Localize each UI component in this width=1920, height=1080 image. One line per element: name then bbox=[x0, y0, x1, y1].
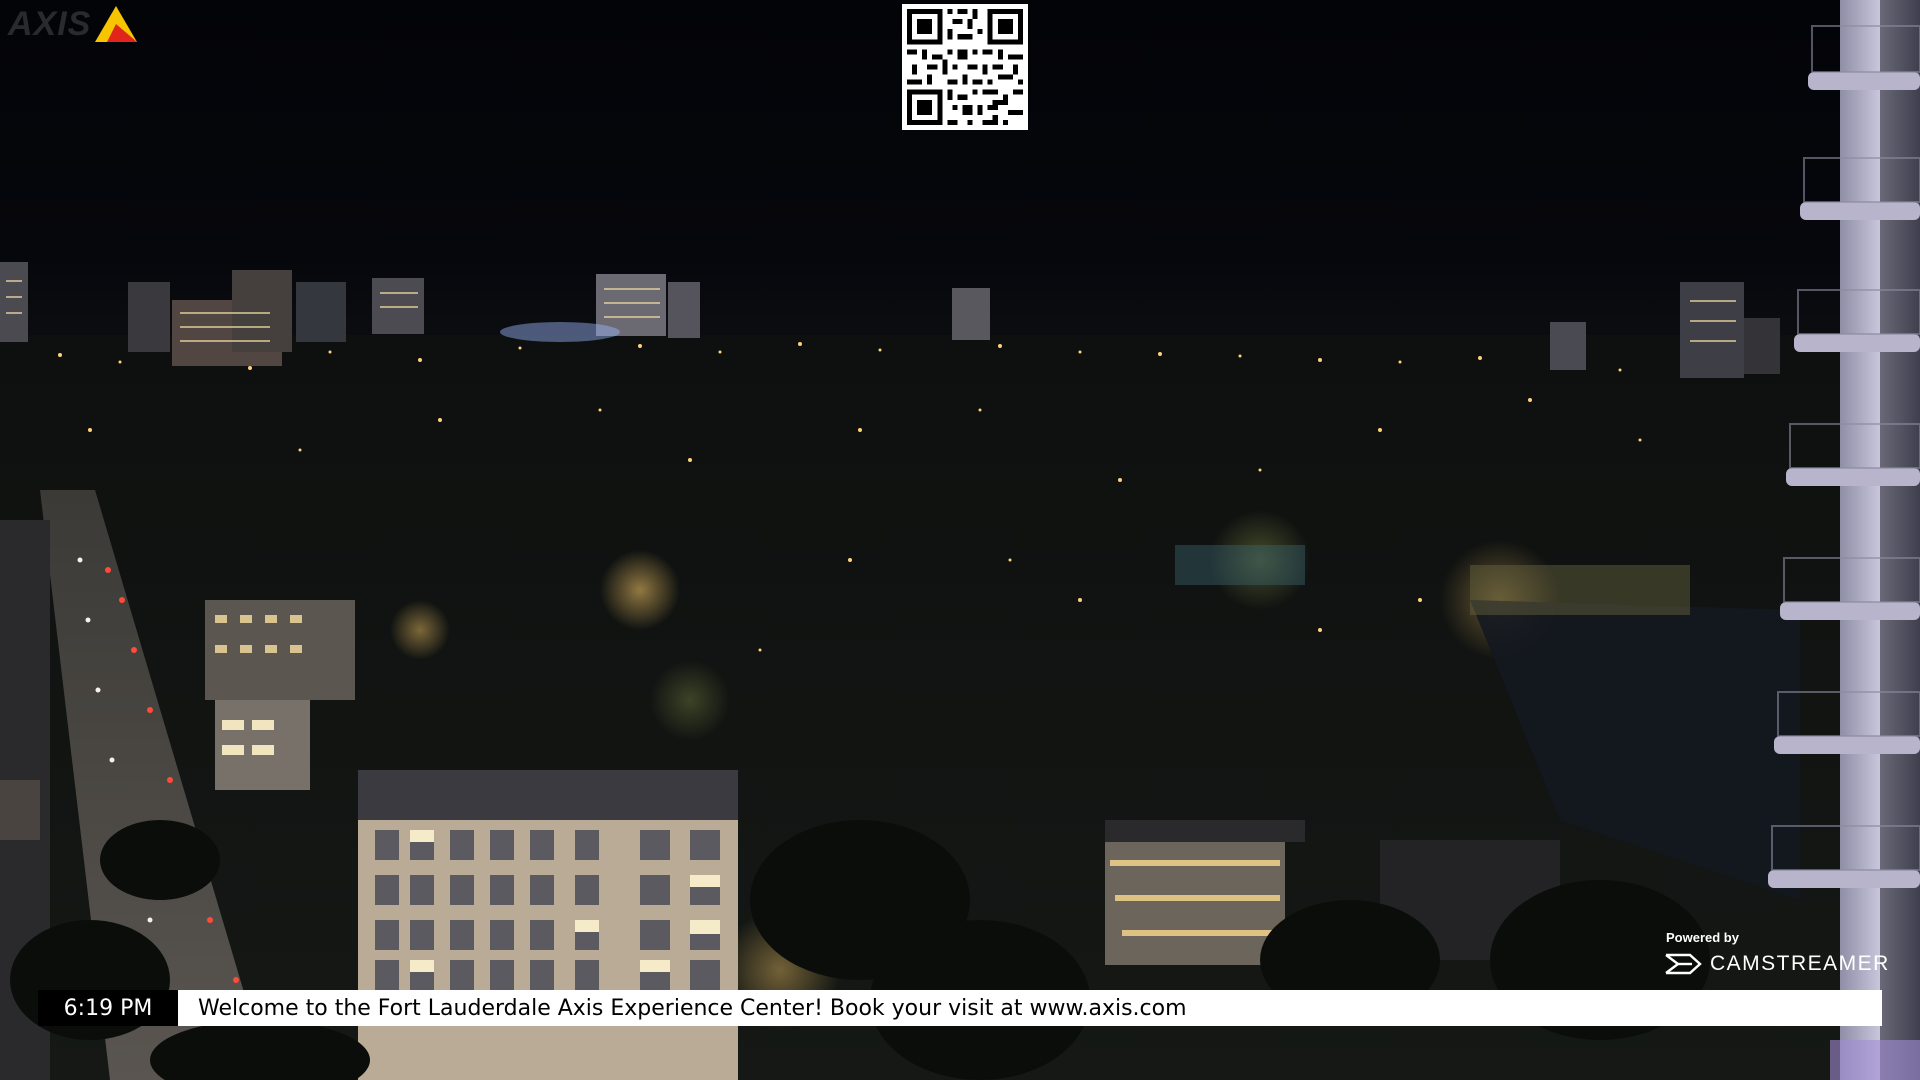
camstreamer-name: CAMSTREAMER bbox=[1710, 952, 1890, 975]
night-city-scene bbox=[0, 0, 1920, 1080]
powered-by-overlay: Powered by CAMSTREAMER bbox=[1664, 930, 1894, 976]
camera-feed: AXIS Powered by CAMSTREAMER 6:19 PM Welc… bbox=[0, 0, 1920, 1080]
powered-by-label: Powered by bbox=[1666, 930, 1739, 945]
camstreamer-icon bbox=[1665, 953, 1702, 975]
apartment-building bbox=[358, 770, 738, 1080]
logo-text: AXIS bbox=[8, 5, 92, 43]
news-ticker: 6:19 PM Welcome to the Fort Lauderdale A… bbox=[38, 990, 1882, 1026]
axis-logo: AXIS bbox=[8, 4, 139, 44]
axis-triangle-icon bbox=[95, 6, 138, 42]
ticker-message: Welcome to the Fort Lauderdale Axis Expe… bbox=[178, 990, 1882, 1026]
qr-code-icon[interactable] bbox=[902, 4, 1028, 130]
camstreamer-brand: CAMSTREAMER bbox=[1664, 952, 1894, 976]
clock-time: 6:19 PM bbox=[38, 990, 178, 1026]
